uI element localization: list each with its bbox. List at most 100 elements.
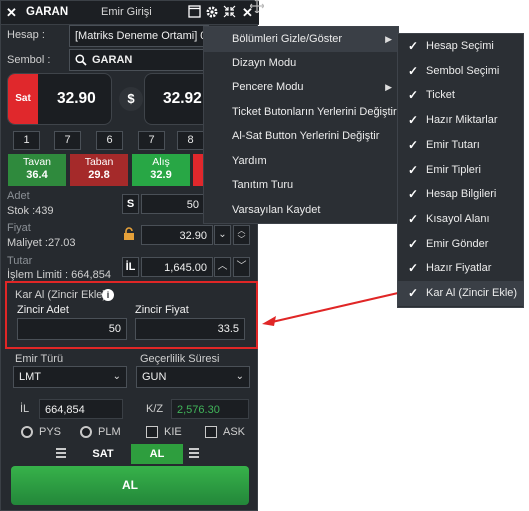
menu-item-label: Ticket Butonların Yerlerini Değiştir [232,106,397,118]
stock-label: Stok :439 [7,205,54,217]
price-stepper[interactable]: ︿ ﹀ [233,225,250,245]
annotation-arrow [262,292,399,326]
pys-radio[interactable] [21,426,33,438]
submenu-item-preset-quantities[interactable]: ✓ Hazır Miktarlar [398,108,523,133]
submenu-item-label: Kısayol Alanı [426,212,490,225]
menu-item-toggle-sections[interactable]: Bölümleri Gizle/Göster ▶ [204,27,398,52]
submenu-item-preset-prices[interactable]: ✓ Hazır Fiyatlar [398,256,523,281]
sell-side-label[interactable]: Sat [8,74,38,124]
quantity-button[interactable]: 6 [96,131,123,150]
plm-label: PLM [98,426,121,438]
menu-item-design-mode[interactable]: Dizayn Modu [204,51,398,76]
il-button[interactable]: İL [122,257,139,277]
submenu-item-shortcut-area[interactable]: ✓ Kısayol Alanı [398,207,523,232]
taban-value: 29.8 [88,169,110,181]
submenu-item-label: Ticket [426,89,455,102]
quantity-button[interactable]: 7 [138,131,165,150]
quantity-button[interactable]: 7 [54,131,81,150]
submenu-item-label: Hazır Miktarlar [426,114,498,127]
menu-item-swap-buy-sell-buttons[interactable]: Al-Sat Button Yerlerini Değiştir [204,124,398,149]
alis-button[interactable]: Alış 32.9 [132,154,190,186]
lock-icon[interactable] [123,227,137,241]
ask-label: ASK [223,426,246,438]
checkmark-icon: ✓ [408,236,419,251]
collapse-icon[interactable] [222,5,237,20]
checkmark-icon: ✓ [408,211,419,226]
hamburger-icon[interactable] [55,447,69,461]
order-type-label: Emir Türü [15,353,64,365]
submenu-item-symbol-selection[interactable]: ✓ Sembol Seçimi [398,59,523,84]
menu-item-tour[interactable]: Tanıtım Turu [204,173,398,198]
checkmark-icon: ✓ [408,261,419,276]
symbol-input[interactable]: GARAN [69,49,209,71]
chevron-down-icon[interactable]: ﹀ [234,235,249,244]
s-button[interactable]: S [122,194,139,214]
menu-item-swap-ticket-buttons[interactable]: Ticket Butonların Yerlerini Değiştir [204,100,398,125]
move-icon[interactable] [249,0,265,14]
maximize-icon[interactable] [187,5,202,20]
alis-value: 32.9 [150,169,172,181]
menu-item-label: Pencere Modu [232,81,304,93]
account-label: Hesap : [7,29,45,41]
il-label: İL [20,403,30,415]
checkmark-icon: ✓ [408,286,419,300]
quantity-button[interactable]: 1 [13,131,40,150]
menu-item-save-default[interactable]: Varsayılan Kaydet [204,198,398,223]
submenu-item-account-info[interactable]: ✓ Hesap Bilgileri [398,182,523,207]
price-input[interactable]: 32.90 [141,225,213,245]
checkmark-icon: ✓ [408,88,419,103]
menu-item-help[interactable]: Yardım [204,149,398,174]
tavan-button[interactable]: Tavan 36.4 [8,154,66,186]
submenu-item-label: Emir Gönder [426,237,489,250]
submenu-item-ticket[interactable]: ✓ Ticket [398,83,523,108]
window-title: Emir Girişi [101,6,152,18]
submenu-item-account-selection[interactable]: ✓ Hesap Seçimi [398,34,523,59]
amount-down-button[interactable]: ﹀ [233,257,250,277]
plm-radio[interactable] [80,426,92,438]
price-decrease-button[interactable]: ⌄ [214,225,231,245]
submenu-item-label: Hazır Fiyatlar [426,262,492,275]
al-tab[interactable]: AL [131,444,183,464]
validity-select[interactable]: GUN ⌄ [136,366,250,388]
menu-item-label: Varsayılan Kaydet [232,204,321,216]
money-bag-icon[interactable]: $ [119,87,143,111]
al-submit-button[interactable]: AL [11,466,249,505]
sections-submenu: ✓ Hesap Seçimi ✓ Sembol Seçimi ✓ Ticket … [397,33,524,308]
chevron-down-icon: ⌄ [112,371,121,382]
submenu-item-label: Emir Tutarı [426,138,480,151]
cost-label: Maliyet :27.03 [7,237,76,249]
hamburger-icon[interactable] [188,447,202,461]
tutar-label: Tutar [7,255,33,267]
menu-item-window-mode[interactable]: Pencere Modu ▶ [204,75,398,100]
checkmark-icon: ✓ [408,162,419,177]
kz-label: K/Z [146,403,164,415]
amount-up-button[interactable]: ︿ [214,257,231,277]
submenu-item-take-profit-chain[interactable]: ✓ Kar Al (Zincir Ekle) [398,281,523,306]
submenu-item-send-order[interactable]: ✓ Emir Gönder [398,232,523,257]
checkmark-icon: ✓ [408,113,419,128]
kie-label: KIE [164,426,182,438]
account-select[interactable]: [Matriks Deneme Ortami] 0- [69,25,209,47]
gear-icon[interactable] [204,5,219,20]
chevron-up-icon[interactable]: ︿ [234,226,249,235]
quantity-button[interactable]: 8 [177,131,204,150]
close-icon[interactable]: ✕ [6,5,20,21]
amount-input[interactable]: 1,645.00 [141,257,213,277]
submenu-item-label: Emir Tipleri [426,163,482,176]
order-type-select[interactable]: LMT ⌄ [13,366,127,388]
tavan-label: Tavan [22,156,52,168]
taban-label: Taban [84,156,114,168]
alis-label: Alış [152,156,170,168]
chevron-right-icon: ▶ [385,34,392,44]
submenu-item-order-types[interactable]: ✓ Emir Tipleri [398,158,523,183]
taban-button[interactable]: Taban 29.8 [70,154,128,186]
kz-value: 2,576.30 [171,399,249,419]
sat-tab[interactable]: SAT [77,444,129,464]
submenu-item-order-amount[interactable]: ✓ Emir Tutarı [398,133,523,158]
checkmark-icon: ✓ [408,63,419,78]
ask-checkbox[interactable] [205,426,217,438]
kie-checkbox[interactable] [146,426,158,438]
quantity-input[interactable]: 50 [141,194,205,214]
checkmark-icon: ✓ [408,39,419,53]
annotation-highlight-box [5,281,258,349]
